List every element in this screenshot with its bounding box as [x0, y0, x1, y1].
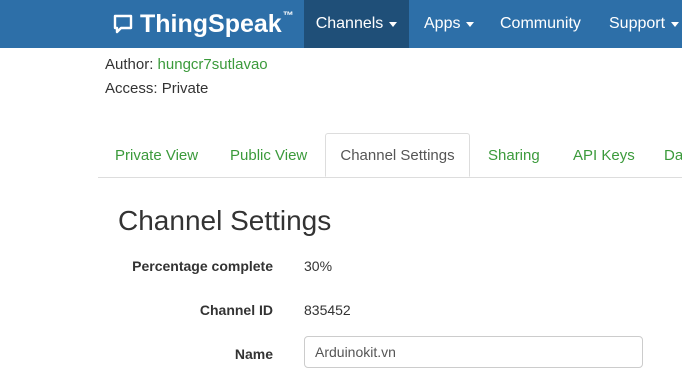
nav-support-label: Support: [609, 15, 666, 32]
tab-public-view[interactable]: Public View: [230, 133, 307, 177]
tab-channel-settings[interactable]: Channel Settings: [325, 133, 470, 177]
channel-tabs: Private View Public View Channel Setting…: [98, 133, 682, 178]
nav-channels[interactable]: Channels: [304, 0, 409, 48]
nav-community-label: Community: [500, 15, 581, 32]
name-field[interactable]: [304, 336, 643, 368]
chevron-down-icon: [389, 21, 398, 27]
channel-id-label: Channel ID: [199, 302, 273, 318]
nav-apps[interactable]: Apps: [424, 0, 475, 48]
channel-id-value: 835452: [304, 302, 351, 318]
percentage-complete-label: Percentage complete: [132, 258, 273, 274]
access-line: Access: Private: [105, 80, 208, 97]
author-link[interactable]: hungcr7sutlavao: [158, 56, 268, 73]
tab-private-view[interactable]: Private View: [115, 133, 198, 177]
access-value: Private: [161, 80, 209, 97]
brand-trademark: ™: [282, 10, 294, 22]
page-title: Channel Settings: [118, 205, 332, 236]
nav-support[interactable]: Support: [609, 0, 680, 48]
top-navbar: ThingSpeak ™ Channels Apps Community Supp…: [0, 0, 682, 48]
nav-channels-label: Channels: [315, 15, 384, 32]
access-label: Access:: [105, 80, 158, 97]
brand-logo[interactable]: ThingSpeak ™: [112, 0, 294, 48]
tab-data-import-export[interactable]: Da: [664, 133, 682, 177]
author-label: Author:: [105, 56, 154, 73]
brand-name: ThingSpeak: [140, 9, 282, 38]
percentage-complete-value: 30%: [304, 258, 333, 274]
tab-api-keys[interactable]: API Keys: [573, 133, 635, 177]
nav-community[interactable]: Community: [500, 0, 581, 48]
nav-apps-label: Apps: [424, 15, 461, 32]
chevron-down-icon: [671, 21, 680, 27]
tab-sharing[interactable]: Sharing: [488, 133, 540, 177]
name-label: Name: [234, 346, 273, 362]
chevron-down-icon: [466, 21, 475, 27]
chat-bubble-icon: [113, 14, 133, 34]
author-line: Author: hungcr7sutlavao: [105, 56, 268, 73]
